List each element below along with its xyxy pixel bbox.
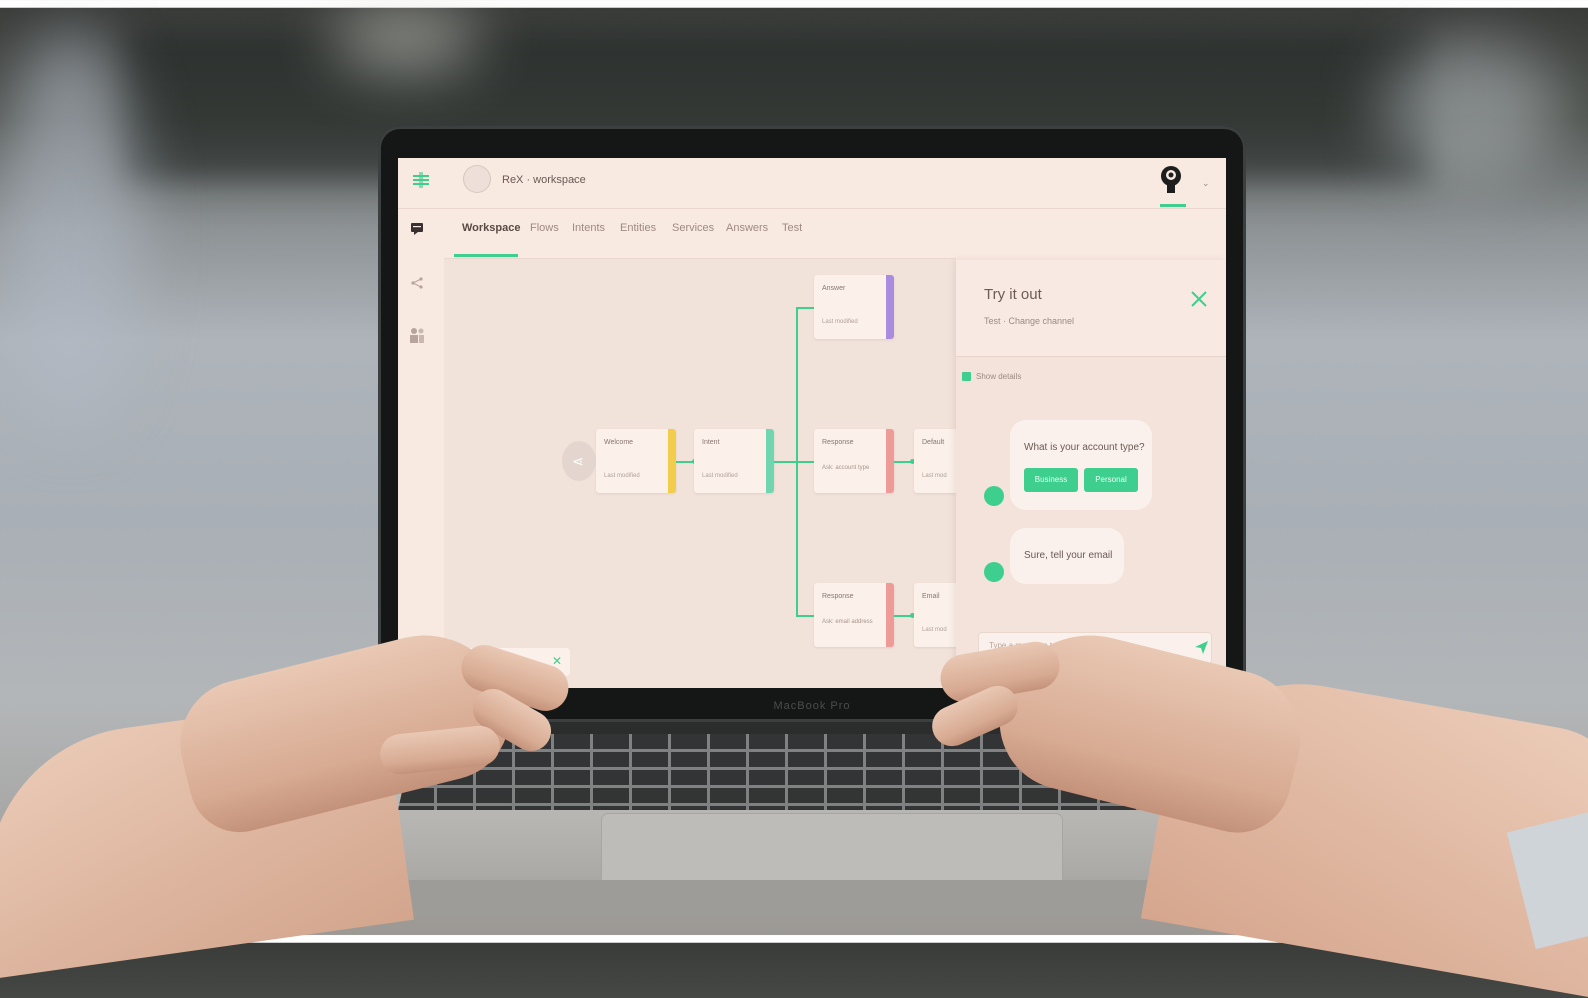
node-color-bar [886, 583, 894, 647]
message-text: Sure, tell your email [1024, 550, 1113, 561]
node-label: Response [822, 439, 854, 446]
flow-node-intent[interactable]: Intent Last modified [694, 429, 774, 493]
node-label: Welcome [604, 439, 634, 446]
background-bokeh [330, 10, 480, 70]
node-description: Ask: account type [822, 465, 870, 471]
chevron-down-icon[interactable]: ⌄ [570, 172, 578, 183]
tab-intents[interactable]: Intents [572, 222, 605, 234]
node-label: Default [922, 439, 945, 446]
chat-panel: Try it out Test · Change channel Show de… [956, 260, 1226, 688]
bot-avatar-icon [984, 562, 1004, 582]
node-subtitle: Last modified [822, 319, 858, 325]
node-subtitle: Last mod [922, 627, 947, 633]
option-button[interactable]: Personal [1084, 468, 1138, 492]
background-bokeh [0, 30, 140, 430]
node-color-bar [766, 429, 774, 493]
connector-line [796, 307, 798, 615]
chat-subtitle[interactable]: Test · Change channel [984, 316, 1074, 326]
option-button[interactable]: Business [1024, 468, 1078, 492]
flow-canvas[interactable]: ⋖ Welcome Last modified Intent Last modi… [444, 259, 974, 688]
active-tab-indicator [454, 254, 518, 257]
flow-node-welcome[interactable]: Welcome Last modified [596, 429, 676, 493]
workspace-avatar[interactable] [464, 166, 490, 192]
node-label: Email [922, 593, 940, 600]
node-subtitle: Last mod [922, 473, 947, 479]
message-text: What is your account type? [1024, 442, 1145, 453]
tab-test[interactable]: Test [782, 222, 802, 234]
node-color-bar [886, 275, 894, 339]
laptop-trackpad [602, 814, 1062, 890]
user-head-icon[interactable] [1158, 164, 1184, 196]
node-label: Response [822, 593, 854, 600]
node-color-bar [886, 429, 894, 493]
start-node[interactable]: ⋖ [562, 441, 596, 481]
tab-flows[interactable]: Flows [530, 222, 559, 234]
share-icon: ⋖ [572, 453, 584, 469]
chat-header: Try it out Test · Change channel [956, 260, 1226, 357]
bot-message: Sure, tell your email [1010, 528, 1124, 584]
app-logo-icon[interactable] [412, 171, 430, 189]
show-details-checkbox[interactable] [962, 372, 971, 381]
side-nav [398, 208, 436, 688]
flow-node-response[interactable]: Response Ask: account type [814, 429, 894, 493]
tab-workspace[interactable]: Workspace [462, 222, 521, 234]
node-label: Intent [702, 439, 720, 446]
flow-node-response-email[interactable]: Response Ask: email address [814, 583, 894, 647]
flow-node-answer[interactable]: Answer Last modified [814, 275, 894, 339]
show-details-label: Show details [976, 372, 1022, 381]
users-icon[interactable] [408, 326, 426, 344]
node-subtitle: Last modified [702, 473, 738, 479]
bot-avatar-icon [984, 486, 1004, 506]
photo-scene: MacBook Pro ReX · workspace ⌄ ⌄ Workspac… [0, 0, 1588, 998]
send-icon[interactable] [1193, 639, 1209, 655]
background-bokeh [1380, 40, 1560, 180]
tab-answers[interactable]: Answers [726, 222, 768, 234]
chat-title: Try it out [984, 286, 1042, 303]
node-description: Ask: email address [822, 619, 873, 625]
node-color-bar [668, 429, 676, 493]
node-label: Answer [822, 285, 846, 292]
flow-icon[interactable] [410, 276, 424, 290]
chat-icon[interactable] [410, 222, 424, 236]
chevron-down-icon[interactable]: ⌄ [1202, 178, 1210, 189]
user-active-indicator [1160, 204, 1186, 207]
tab-services[interactable]: Services [672, 222, 714, 234]
bot-message: What is your account type? Business Pers… [1010, 420, 1152, 510]
close-icon[interactable] [1190, 290, 1208, 308]
app-header: ReX · workspace ⌄ ⌄ [398, 158, 1226, 209]
tab-entities[interactable]: Entities [620, 222, 656, 234]
node-subtitle: Last modified [604, 473, 640, 479]
laptop-screen: ReX · workspace ⌄ ⌄ Workspace Flows Inte… [398, 158, 1226, 688]
